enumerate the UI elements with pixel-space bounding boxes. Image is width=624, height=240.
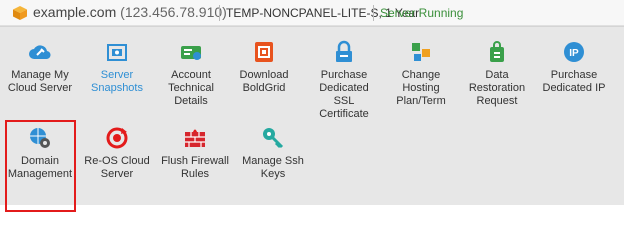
tile-label: Purchase Dedicated IP <box>542 69 606 94</box>
tile-label: Re-OS Cloud Server <box>84 155 150 180</box>
server-status: Server Running <box>380 6 464 20</box>
cloud-wrench-icon <box>29 45 51 60</box>
tile-label: Change Hosting Plan/Term <box>396 69 446 107</box>
tile-manage-ssh-keys[interactable]: Manage Ssh Keys <box>238 126 308 181</box>
ssl-lock-icon <box>336 40 352 62</box>
svg-text:IP: IP <box>569 48 579 59</box>
tile-purchase-dedicated-ip[interactable]: IP Purchase Dedicated IP <box>538 40 610 95</box>
tile-purchase-dedicated-ssl[interactable]: Purchase Dedicated SSL Certificate <box>306 40 382 121</box>
tools-panel: Manage My Cloud Server Server Snapshots … <box>0 26 624 212</box>
tile-re-os-cloud-server[interactable]: Re-OS Cloud Server <box>82 126 152 181</box>
tile-label: Manage Ssh Keys <box>242 155 304 180</box>
keys-icon <box>263 128 284 149</box>
domain-name: example.com (123.456.78.910) <box>33 4 227 20</box>
tile-label: Download BoldGrid <box>239 69 289 94</box>
camera-icon <box>107 44 127 61</box>
tile-server-snapshots[interactable]: Server Snapshots <box>83 40 151 95</box>
tile-label: Account Technical Details <box>168 69 214 107</box>
tile-label: Domain Management <box>7 155 73 180</box>
ip-shield-icon: IP <box>564 42 584 62</box>
header-divider <box>219 5 220 21</box>
boldgrid-icon <box>255 42 273 62</box>
globe-gear-icon <box>30 128 50 148</box>
tile-change-hosting-plan[interactable]: Change Hosting Plan/Term <box>386 40 456 108</box>
tile-domain-management[interactable]: Domain Management <box>6 126 74 181</box>
header-divider <box>373 5 374 21</box>
domain-text: example.com <box>33 4 117 20</box>
tile-account-technical-details[interactable]: Account Technical Details <box>158 40 224 108</box>
cubes-icon <box>412 43 430 61</box>
tile-flush-firewall-rules[interactable]: Flush Firewall Rules <box>156 126 234 181</box>
reload-server-icon <box>106 127 128 149</box>
tile-label: Purchase Dedicated SSL Certificate <box>319 69 369 120</box>
tile-label: Flush Firewall Rules <box>161 155 229 180</box>
tile-label: Server Snapshots <box>91 69 143 94</box>
tile-download-boldgrid[interactable]: Download BoldGrid <box>230 40 298 95</box>
tile-data-restoration-request[interactable]: Data Restoration Request <box>462 40 532 108</box>
id-card-icon <box>181 46 201 60</box>
top-bar: example.com (123.456.78.910) TEMP-NONCPA… <box>0 0 624 26</box>
database-lock-icon <box>490 41 504 62</box>
brand-cube-icon <box>13 6 27 20</box>
tile-manage-cloud-server[interactable]: Manage My Cloud Server <box>4 40 76 95</box>
firewall-icon <box>185 129 205 147</box>
tile-label: Data Restoration Request <box>468 69 526 107</box>
tile-label: Manage My Cloud Server <box>7 69 73 94</box>
domain-ip: (123.456.78.910) <box>120 4 227 20</box>
